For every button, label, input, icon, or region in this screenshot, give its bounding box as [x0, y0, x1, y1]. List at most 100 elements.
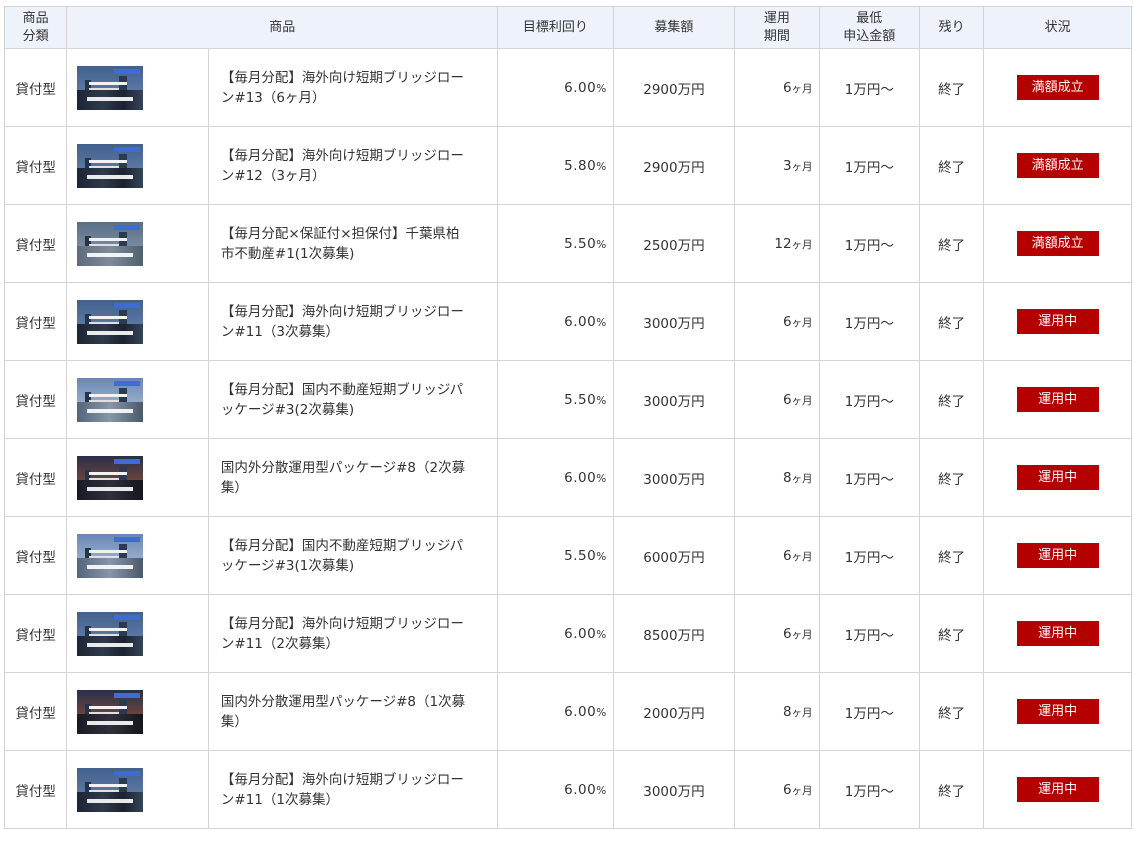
product-name-line1[interactable]: 【毎月分配】海外向け短期ブリッジロー — [221, 616, 464, 632]
status-badge[interactable]: 運用中 — [1016, 777, 1099, 802]
operation-period: 6ヶ月 — [734, 48, 820, 127]
minimum-amount: 1万円～ — [818, 282, 921, 361]
yield-value: 6.00 — [564, 313, 597, 330]
status-badge[interactable]: 運用中 — [1016, 309, 1099, 334]
product-thumbnail[interactable] — [77, 689, 144, 734]
target-yield: 5.50% — [497, 516, 614, 595]
product-name-line2[interactable]: ッケージ#3(2次募集) — [221, 402, 354, 418]
thumbnail-cell[interactable] — [66, 438, 209, 517]
period-unit: ヶ月 — [791, 472, 813, 485]
operation-period: 6ヶ月 — [734, 282, 820, 361]
table-row[interactable]: 貸付型 【毎月分配×保証付×担保付】千葉県柏 市不動産#1(1次募集) 5.50% 25… — [3, 204, 1132, 283]
product-name[interactable]: 【毎月分配×保証付×担保付】千葉県柏 市不動産#1(1次募集) — [207, 204, 499, 283]
table-row[interactable]: 貸付型 【毎月分配】国内不動産短期ブリッジパ ッケージ#3(2次募集) 5.50% 30… — [3, 360, 1132, 439]
product-name-line1[interactable]: 【毎月分配】海外向け短期ブリッジロー — [221, 148, 464, 164]
thumbnail-cell[interactable] — [66, 204, 209, 283]
period-value: 12 — [774, 235, 792, 252]
product-name[interactable]: 【毎月分配】海外向け短期ブリッジロー ン#11（2次募集） — [207, 594, 499, 673]
raise-amount: 3000万円 — [612, 438, 736, 517]
period-unit: ヶ月 — [791, 160, 813, 173]
header-category-line2: 分類 — [22, 28, 49, 44]
product-thumbnail[interactable] — [77, 221, 144, 266]
thumbnail-cell[interactable] — [66, 594, 209, 673]
table-row[interactable]: 貸付型 【毎月分配】海外向け短期ブリッジロー ン#11（1次募集） 6.00% 3000… — [3, 750, 1132, 829]
product-name[interactable]: 【毎月分配】海外向け短期ブリッジロー ン#11（3次募集） — [207, 282, 499, 361]
status-badge[interactable]: 満額成立 — [1016, 231, 1099, 256]
product-name-line2[interactable]: ン#11（3次募集） — [221, 324, 339, 340]
product-name[interactable]: 【毎月分配】国内不動産短期ブリッジパ ッケージ#3(2次募集) — [207, 360, 499, 439]
product-thumbnail[interactable] — [77, 767, 144, 812]
product-name-line1[interactable]: 【毎月分配×保証付×担保付】千葉県柏 — [221, 226, 460, 242]
product-thumbnail[interactable] — [77, 455, 144, 500]
product-name-line2[interactable]: 集） — [221, 714, 248, 730]
product-name[interactable]: 国内外分散運用型パッケージ#8（1次募 集） — [207, 672, 499, 751]
product-name[interactable]: 【毎月分配】海外向け短期ブリッジロー ン#13（6ヶ月） — [207, 48, 499, 127]
product-name-line2[interactable]: ッケージ#3(1次募集) — [221, 558, 354, 574]
thumbnail-subtitle-line — [89, 243, 120, 246]
product-name-line2[interactable]: ン#12（3ヶ月） — [221, 168, 326, 184]
thumbnail-subtitle-line — [89, 633, 120, 636]
target-yield: 5.80% — [497, 126, 614, 205]
product-name[interactable]: 【毎月分配】海外向け短期ブリッジロー ン#11（1次募集） — [207, 750, 499, 829]
operation-period: 6ヶ月 — [734, 360, 820, 439]
target-yield: 6.00% — [497, 750, 614, 829]
product-name-line1[interactable]: 【毎月分配】海外向け短期ブリッジロー — [221, 70, 464, 86]
status-badge[interactable]: 運用中 — [1016, 699, 1099, 724]
yield-unit: % — [596, 394, 607, 407]
table-row[interactable]: 貸付型 【毎月分配】海外向け短期ブリッジロー ン#11（3次募集） 6.00% 3000… — [3, 282, 1132, 361]
minimum-amount: 1万円～ — [818, 750, 921, 829]
product-name-line1[interactable]: 【毎月分配】国内不動産短期ブリッジパ — [221, 382, 463, 398]
product-name[interactable]: 【毎月分配】国内不動産短期ブリッジパ ッケージ#3(1次募集) — [207, 516, 499, 595]
product-name[interactable]: 国内外分散運用型パッケージ#8（2次募 集） — [207, 438, 499, 517]
period-unit: ヶ月 — [791, 394, 813, 407]
product-name-line1[interactable]: 【毎月分配】海外向け短期ブリッジロー — [221, 772, 464, 788]
product-name-line2[interactable]: ン#11（2次募集） — [221, 636, 339, 652]
table-row[interactable]: 貸付型 【毎月分配】海外向け短期ブリッジロー ン#13（6ヶ月） 6.00% 2900万… — [3, 48, 1132, 127]
thumbnail-cell[interactable] — [66, 672, 209, 751]
status-cell: 満額成立 — [983, 48, 1132, 127]
status-badge[interactable]: 運用中 — [1016, 387, 1099, 412]
product-name-line1[interactable]: 【毎月分配】国内不動産短期ブリッジパ — [221, 538, 463, 554]
period-unit: ヶ月 — [791, 82, 813, 95]
product-thumbnail[interactable] — [77, 299, 144, 344]
product-thumbnail[interactable] — [77, 533, 144, 578]
status-badge[interactable]: 満額成立 — [1016, 75, 1099, 100]
status-badge[interactable]: 運用中 — [1016, 621, 1099, 646]
product-thumbnail[interactable] — [77, 143, 144, 188]
thumbnail-cell[interactable] — [66, 126, 209, 205]
table-row[interactable]: 貸付型 【毎月分配】国内不動産短期ブリッジパ ッケージ#3(1次募集) 5.50% 60… — [3, 516, 1132, 595]
period-value: 6 — [782, 391, 792, 408]
status-cell: 運用中 — [983, 750, 1132, 829]
product-thumbnail[interactable] — [77, 65, 144, 110]
operation-period: 3ヶ月 — [734, 126, 820, 205]
operation-period: 6ヶ月 — [734, 594, 820, 673]
thumbnail-cell[interactable] — [66, 48, 209, 127]
product-name-line2[interactable]: ン#11（1次募集） — [221, 792, 339, 808]
thumbnail-cell[interactable] — [66, 360, 209, 439]
thumbnail-tag — [114, 692, 141, 698]
product-category: 貸付型 — [3, 204, 68, 283]
product-thumbnail[interactable] — [77, 611, 144, 656]
product-name-line2[interactable]: 市不動産#1(1次募集) — [221, 246, 355, 262]
status-badge[interactable]: 運用中 — [1016, 543, 1099, 568]
thumbnail-cell[interactable] — [66, 282, 209, 361]
table-row[interactable]: 貸付型 【毎月分配】海外向け短期ブリッジロー ン#11（2次募集） 6.00% 8500… — [3, 594, 1132, 673]
thumbnail-cell[interactable] — [66, 516, 209, 595]
product-thumbnail[interactable] — [77, 377, 144, 422]
table-row[interactable]: 貸付型 国内外分散運用型パッケージ#8（2次募 集） 6.00% 3000万円 8ヶ月 1万… — [3, 438, 1132, 517]
period-value: 6 — [782, 781, 792, 798]
product-name-line2[interactable]: 集） — [221, 480, 248, 496]
header-product: 商品 — [66, 6, 499, 49]
status-badge[interactable]: 満額成立 — [1016, 153, 1099, 178]
yield-value: 6.00 — [564, 625, 597, 642]
product-name[interactable]: 【毎月分配】海外向け短期ブリッジロー ン#12（3ヶ月） — [207, 126, 499, 205]
product-name-line1[interactable]: 【毎月分配】海外向け短期ブリッジロー — [221, 304, 464, 320]
thumbnail-cell[interactable] — [66, 750, 209, 829]
table-row[interactable]: 貸付型 【毎月分配】海外向け短期ブリッジロー ン#12（3ヶ月） 5.80% 2900万… — [3, 126, 1132, 205]
product-name-line2[interactable]: ン#13（6ヶ月） — [221, 90, 326, 106]
product-name-line1[interactable]: 国内外分散運用型パッケージ#8（1次募 — [221, 694, 465, 710]
product-name-line1[interactable]: 国内外分散運用型パッケージ#8（2次募 — [221, 460, 465, 476]
table-row[interactable]: 貸付型 国内外分散運用型パッケージ#8（1次募 集） 6.00% 2000万円 8ヶ月 1万… — [3, 672, 1132, 751]
thumbnail-subtitle-line — [89, 477, 120, 480]
status-badge[interactable]: 運用中 — [1016, 465, 1099, 490]
